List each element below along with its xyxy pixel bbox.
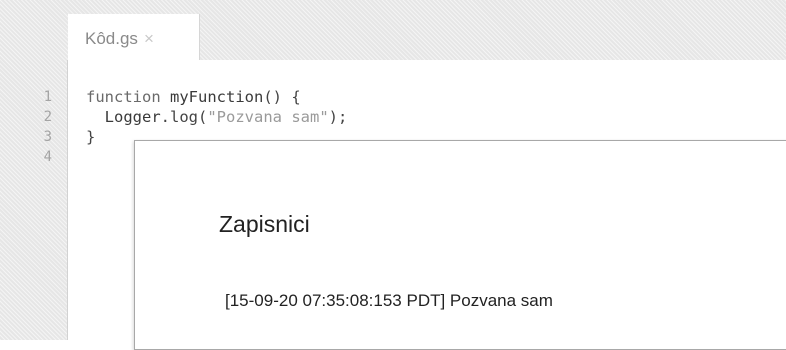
code-line-3[interactable]: } bbox=[86, 127, 95, 147]
close-icon[interactable]: × bbox=[144, 29, 154, 49]
function-name: myFunction bbox=[170, 88, 264, 106]
line-number: 2 bbox=[43, 109, 52, 125]
logs-dialog: Zapisnici [15-09-20 07:35:08:153 PDT] Po… bbox=[134, 140, 786, 350]
line-number: 3 bbox=[43, 129, 52, 145]
line-number: 4 bbox=[43, 149, 52, 165]
code-line-2[interactable]: Logger.log("Pozvana sam"); bbox=[86, 107, 348, 127]
logger-object: Logger bbox=[104, 108, 161, 126]
dialog-title: Zapisnici bbox=[219, 211, 310, 237]
code-text: ); bbox=[328, 108, 348, 126]
string-literal: "Pozvana sam" bbox=[207, 108, 329, 126]
code-line-1[interactable]: function myFunction() { bbox=[86, 87, 301, 107]
line-number-gutter: 1 2 3 4 bbox=[0, 60, 68, 340]
tab-bar: Kôd.gs × bbox=[0, 0, 786, 60]
code-text: .log( bbox=[160, 108, 208, 126]
tab-label[interactable]: Kôd.gs bbox=[85, 29, 138, 48]
code-text: () { bbox=[263, 88, 301, 106]
tab-kod-gs[interactable]: Kôd.gs × bbox=[68, 14, 200, 60]
log-entry: [15-09-20 07:35:08:153 PDT] Pozvana sam bbox=[225, 291, 553, 310]
keyword-function: function bbox=[86, 88, 161, 106]
line-number: 1 bbox=[43, 89, 52, 105]
